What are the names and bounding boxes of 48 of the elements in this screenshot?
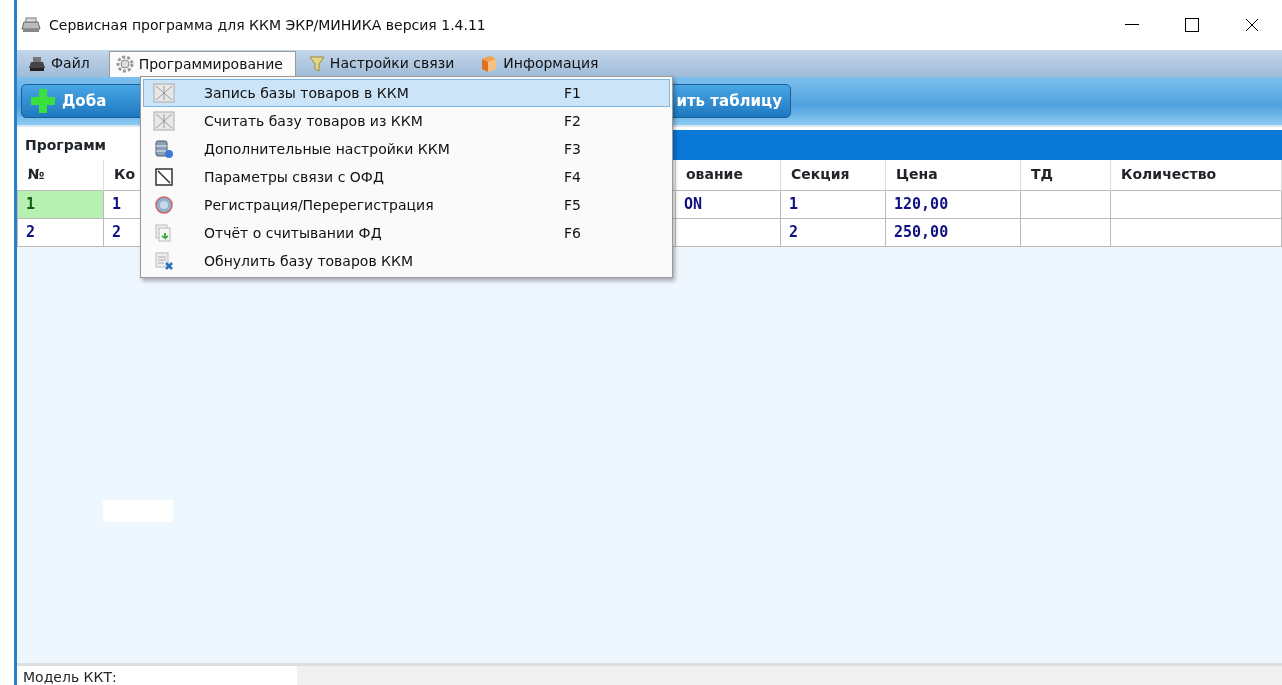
app-icon <box>21 17 41 33</box>
seal-icon <box>154 195 174 215</box>
printer-icon <box>28 55 46 72</box>
window-title: Сервисная программа для ККМ ЭКР/МИНИКА версия 1.4.11 <box>49 15 487 35</box>
shortcut-label: F4 <box>564 167 581 187</box>
menu-item[interactable]: Программирование <box>108 50 296 77</box>
menu-item[interactable]: Обнулить базу товаров ККМ <box>143 247 670 275</box>
menu-item[interactable]: Настройки связи <box>301 50 468 77</box>
model-label: Модель ККТ: <box>17 666 297 685</box>
menu-item[interactable]: Отчёт о считывании ФД F6 <box>143 219 670 247</box>
column-header: Количество <box>1110 160 1282 190</box>
table-cell: 2 <box>780 218 886 246</box>
table-cell: 1 <box>17 190 104 218</box>
plus-icon <box>30 88 56 114</box>
column-header: ование <box>675 160 781 190</box>
table-cell: 250,00 <box>885 218 1021 246</box>
minimize-icon <box>1125 24 1139 26</box>
menu-item[interactable]: Дополнительные настройки ККМ F3 <box>143 135 670 163</box>
documents-icon <box>154 223 174 243</box>
menu-item[interactable]: Регистрация/Перерегистрация F5 <box>143 191 670 219</box>
shortcut-label: F1 <box>564 83 581 103</box>
close-icon <box>1245 18 1259 32</box>
column-header: Цена <box>885 160 1021 190</box>
gear-icon <box>115 55 134 73</box>
column-header: № <box>17 160 104 190</box>
clear-icon <box>154 251 174 271</box>
table-cell: ON <box>675 190 781 218</box>
grid-icon <box>153 83 175 103</box>
shortcut-label: F6 <box>564 223 581 243</box>
menu-item[interactable]: Файл <box>21 50 103 77</box>
frame-icon <box>154 167 174 187</box>
table-cell: 1 <box>780 190 886 218</box>
table-cell: 2 <box>17 218 104 246</box>
funnel-icon <box>308 54 325 73</box>
panel-tab[interactable]: Программ <box>17 130 140 160</box>
shortcut-label: F5 <box>564 195 581 215</box>
menu-item[interactable]: Информация <box>473 50 612 77</box>
database-icon <box>154 139 174 159</box>
column-header: ТД <box>1020 160 1111 190</box>
book-icon <box>480 54 499 73</box>
menu-item[interactable]: Запись базы товаров в ККМ F1 <box>143 79 670 107</box>
shortcut-label: F3 <box>564 139 581 159</box>
maximize-icon <box>1185 18 1199 32</box>
table-cell: 120,00 <box>885 190 1021 218</box>
shortcut-label: F2 <box>564 111 581 131</box>
column-header: Секция <box>780 160 886 190</box>
grid-icon <box>153 111 175 131</box>
menu-item[interactable]: Параметры связи с ОФД F4 <box>143 163 670 191</box>
